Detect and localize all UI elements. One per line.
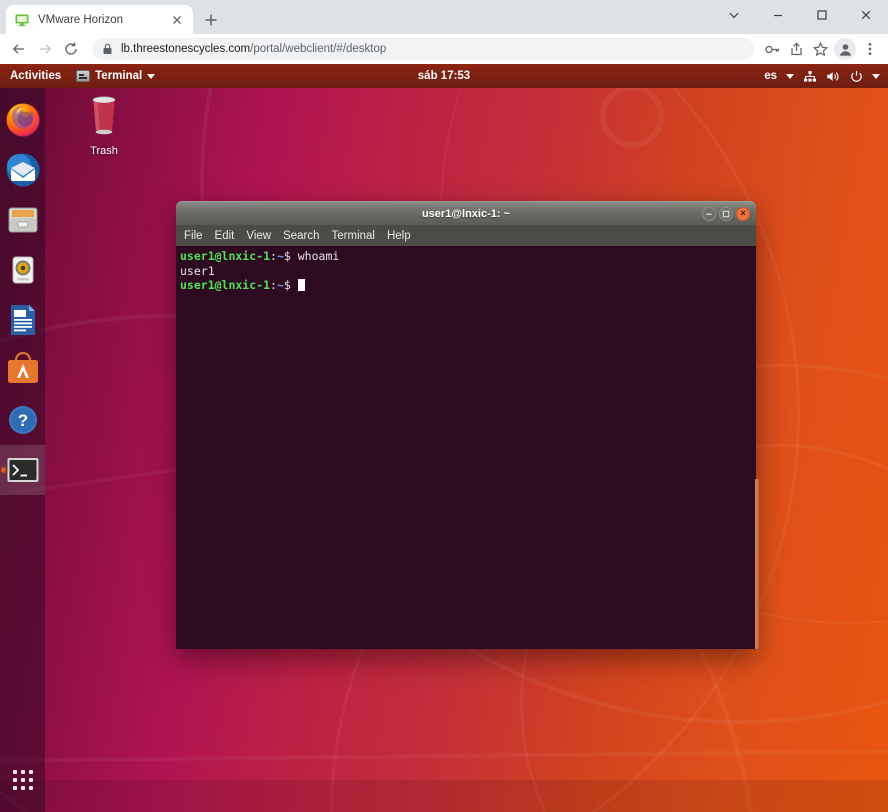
browser-tab-title: VMware Horizon — [38, 13, 123, 26]
prompt-path: ~ — [276, 249, 284, 263]
three-dot-menu-icon[interactable] — [858, 37, 882, 61]
menu-item-edit[interactable]: Edit — [215, 230, 235, 242]
prompt-path: ~ — [276, 278, 284, 292]
ubuntu-desktop-viewport: Activities Terminal sáb 17:53 es ? Trash… — [0, 64, 888, 812]
dock-item-libreoffice-writer[interactable] — [0, 295, 45, 345]
dock-item-rhythmbox[interactable] — [0, 245, 45, 295]
address-bar[interactable]: lb.threestonescycles.com/portal/webclien… — [92, 38, 754, 60]
dock-item-firefox[interactable] — [0, 95, 45, 145]
url-path: /portal/webclient/#/desktop — [250, 43, 387, 55]
new-tab-button[interactable] — [200, 10, 222, 32]
person-avatar-icon[interactable] — [834, 38, 856, 60]
ubuntu-dock: ? — [0, 88, 45, 812]
prompt-user: user1@lnxic-1 — [180, 249, 271, 263]
topbar-status-area[interactable]: es — [764, 64, 880, 88]
lock-icon — [102, 43, 113, 55]
ubuntu-software-bag-icon — [4, 351, 42, 389]
terminal-command: whoami — [290, 249, 340, 263]
address-bar-url: lb.threestonescycles.com/portal/webclien… — [121, 43, 386, 55]
reload-icon[interactable] — [58, 36, 84, 62]
close-icon[interactable] — [169, 12, 185, 28]
minimize-button[interactable] — [756, 0, 800, 30]
prompt-colon: : — [270, 278, 277, 292]
prompt-dollar: $ — [283, 249, 291, 263]
terminal-line: user1 — [180, 264, 752, 279]
trash-bin-icon — [84, 92, 124, 141]
rhythmbox-speaker-icon — [4, 251, 42, 289]
terminal-window-right-edge — [755, 479, 759, 649]
terminal-window: user1@lnxic-1: ~ × File Edit View Search… — [176, 201, 759, 649]
chevron-down-icon — [147, 73, 156, 79]
browser-toolbar: lb.threestonescycles.com/portal/webclien… — [0, 34, 888, 64]
terminal-titlebar[interactable]: user1@lnxic-1: ~ × — [176, 201, 756, 225]
dock-item-help[interactable]: ? — [0, 395, 45, 445]
browser-chrome: VMware Horizon lb.threestonescycles.com/… — [0, 0, 888, 64]
menu-item-view[interactable]: View — [246, 230, 271, 242]
maximize-button[interactable] — [719, 206, 733, 221]
keyboard-layout-label[interactable]: es — [764, 70, 777, 82]
thunderbird-mail-icon — [4, 151, 42, 189]
app-grid-icon — [12, 770, 33, 790]
vmware-horizon-monitor-icon — [14, 12, 30, 28]
key-icon[interactable] — [760, 37, 784, 61]
svg-text:?: ? — [17, 411, 27, 430]
gnome-top-bar: Activities Terminal sáb 17:53 es — [0, 64, 888, 88]
terminal-line: user1@lnxic-1:~$ — [180, 278, 752, 293]
dock-item-terminal[interactable] — [0, 445, 45, 495]
url-host: lb.threestonescycles.com — [121, 43, 251, 55]
terminal-output: user1 — [180, 263, 215, 278]
menu-item-file[interactable]: File — [184, 230, 203, 242]
prompt-user: user1@lnxic-1 — [180, 278, 271, 292]
activities-button[interactable]: Activities — [0, 64, 70, 88]
terminal-window-buttons: × — [702, 206, 750, 221]
menu-item-help[interactable]: Help — [387, 230, 411, 242]
prompt-colon: : — [270, 249, 277, 263]
share-icon[interactable] — [784, 37, 808, 61]
terminal-menubar: File Edit View Search Terminal Help — [176, 225, 756, 246]
browser-tabstrip: VMware Horizon — [0, 0, 888, 34]
forward-arrow-icon[interactable] — [32, 36, 58, 62]
terminal-output-area[interactable]: user1@lnxic-1:~$ whoami user1 user1@lnxi… — [176, 246, 756, 649]
terminal-cursor — [297, 279, 305, 291]
dock-item-files[interactable] — [0, 195, 45, 245]
app-menu-terminal[interactable]: Terminal — [70, 64, 161, 88]
terminal-command — [291, 278, 298, 292]
dock-item-thunderbird[interactable] — [0, 145, 45, 195]
tab-search-button[interactable] — [712, 0, 756, 30]
desktop-icon-label: Trash — [90, 145, 118, 157]
maximize-button[interactable] — [800, 0, 844, 30]
dock-item-ubuntu-software[interactable] — [0, 345, 45, 395]
show-applications-button[interactable] — [0, 758, 45, 802]
star-icon[interactable] — [808, 37, 832, 61]
prompt-dollar: $ — [283, 278, 291, 292]
power-icon — [850, 70, 863, 83]
chevron-down-icon — [786, 73, 794, 79]
desktop-icon-trash[interactable]: Trash — [74, 92, 134, 157]
menu-item-terminal[interactable]: Terminal — [332, 230, 375, 242]
browser-tab-vmware-horizon[interactable]: VMware Horizon — [6, 5, 193, 34]
close-button[interactable]: × — [736, 206, 750, 221]
firefox-icon — [4, 101, 42, 139]
network-icon — [803, 70, 817, 83]
files-cabinet-icon — [4, 201, 42, 239]
close-window-button[interactable] — [844, 0, 888, 30]
terminal-icon — [4, 451, 42, 489]
minimize-button[interactable] — [702, 206, 716, 221]
app-menu-label: Terminal — [95, 70, 143, 82]
back-arrow-icon[interactable] — [6, 36, 32, 62]
terminal-window-title: user1@lnxic-1: ~ — [421, 207, 511, 220]
browser-window-controls — [712, 0, 888, 34]
chevron-down-icon — [872, 73, 880, 79]
menu-item-search[interactable]: Search — [283, 230, 319, 242]
terminal-app-icon — [76, 70, 91, 82]
volume-icon — [826, 70, 841, 83]
terminal-line: user1@lnxic-1:~$ whoami — [180, 249, 752, 264]
libreoffice-writer-icon — [4, 301, 42, 339]
help-question-icon: ? — [4, 401, 42, 439]
